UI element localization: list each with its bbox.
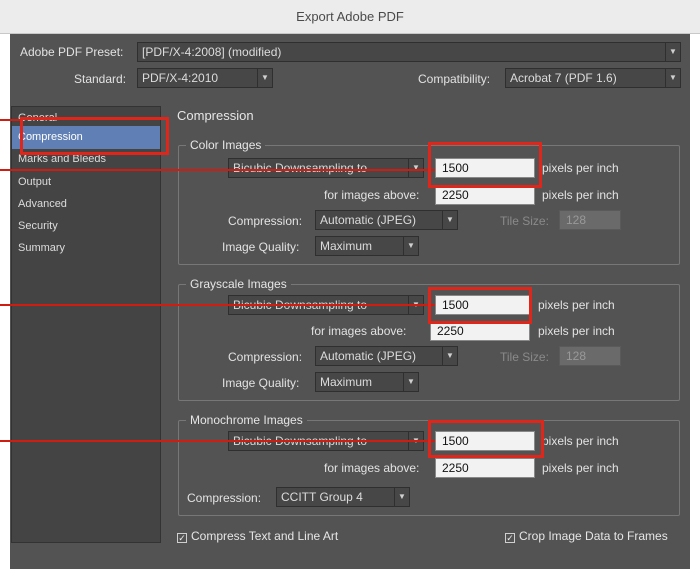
color-above-unit: pixels per inch [542,188,619,202]
window-title: Export Adobe PDF [0,0,700,34]
gray-above-unit: pixels per inch [538,324,615,338]
monochrome-images-title: Monochrome Images [186,413,307,427]
annotation-line [0,304,435,306]
page-title: Compression [177,108,254,123]
gray-above-field[interactable]: 2250 [430,321,530,341]
chevron-down-icon: ▼ [403,373,418,391]
chevron-down-icon: ▼ [665,69,680,87]
gray-ppi-unit: pixels per inch [538,298,615,312]
annotation-highlight-compression [20,117,169,155]
chevron-down-icon: ▼ [408,159,423,177]
color-images-title: Color Images [186,138,266,152]
compress-text-checkbox[interactable]: ✓ Compress Text and Line Art [177,529,338,543]
preset-dropdown[interactable]: [PDF/X-4:2008] (modified) ▼ [137,42,681,62]
crop-image-checkbox[interactable]: ✓ Crop Image Data to Frames [505,529,668,543]
annotation-highlight-mono-ppi [428,420,544,458]
checkmark-icon: ✓ [505,533,515,543]
preset-label: Adobe PDF Preset: [20,45,124,59]
color-compression-dropdown[interactable]: Automatic (JPEG) ▼ [315,210,458,230]
sidebar-item-summary[interactable]: Summary [12,237,160,260]
grayscale-images-title: Grayscale Images [186,277,291,291]
standard-dropdown[interactable]: PDF/X-4:2010 ▼ [137,68,273,88]
color-quality-dropdown[interactable]: Maximum ▼ [315,236,419,256]
sidebar: General Compression Marks and Bleeds Out… [11,106,161,543]
compatibility-label: Compatibility: [418,72,491,86]
sidebar-item-advanced[interactable]: Advanced [12,193,160,216]
color-tile-field[interactable]: 128 [559,210,621,230]
chevron-down-icon: ▼ [442,347,457,365]
gray-quality-label: Image Quality: [222,376,300,390]
chevron-down-icon: ▼ [257,69,272,87]
annotation-line [0,119,20,121]
annotation-highlight-gray-ppi [428,287,532,324]
mono-ppi-unit: pixels per inch [542,434,619,448]
annotation-line [0,440,435,442]
gray-tile-label: Tile Size: [500,350,549,364]
mono-compression-dropdown[interactable]: CCITT Group 4 ▼ [276,487,410,507]
annotation-line [0,169,435,171]
mono-above-field[interactable]: 2250 [435,458,535,478]
chevron-down-icon: ▼ [665,43,680,61]
mono-compression-label: Compression: [187,491,262,505]
checkmark-icon: ✓ [177,533,187,543]
color-above-label: for images above: [324,188,420,202]
standard-label: Standard: [74,72,127,86]
color-ppi-unit: pixels per inch [542,161,619,175]
gray-tile-field[interactable]: 128 [559,346,621,366]
gray-above-label: for images above: [311,324,407,338]
chevron-down-icon: ▼ [403,237,418,255]
color-tile-label: Tile Size: [500,214,549,228]
sidebar-item-security[interactable]: Security [12,215,160,238]
chevron-down-icon: ▼ [442,211,457,229]
compatibility-dropdown[interactable]: Acrobat 7 (PDF 1.6) ▼ [505,68,681,88]
color-sampling-dropdown[interactable]: Bicubic Downsampling to ▼ [228,158,424,178]
gray-compression-label: Compression: [228,350,303,364]
sidebar-item-output[interactable]: Output [12,171,160,194]
color-quality-label: Image Quality: [222,240,300,254]
mono-above-unit: pixels per inch [542,461,619,475]
gray-compression-dropdown[interactable]: Automatic (JPEG) ▼ [315,346,458,366]
annotation-highlight-color-ppi [428,142,542,188]
color-compression-label: Compression: [228,214,303,228]
chevron-down-icon: ▼ [394,488,409,506]
gray-quality-dropdown[interactable]: Maximum ▼ [315,372,419,392]
color-above-field[interactable]: 2250 [435,185,535,205]
mono-above-label: for images above: [324,461,420,475]
